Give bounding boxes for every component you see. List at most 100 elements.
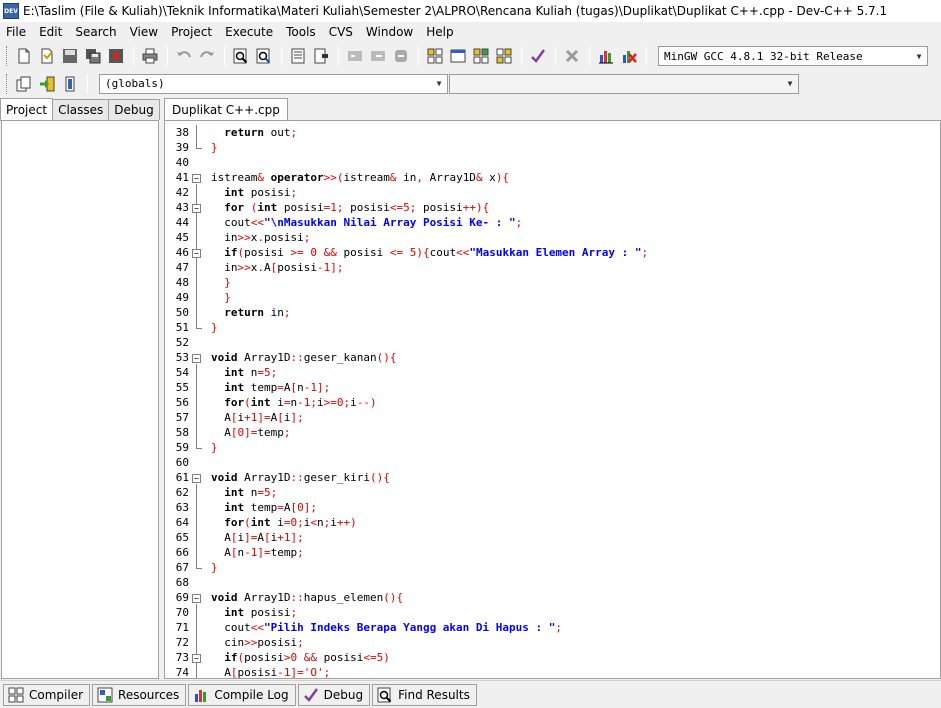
menu-edit[interactable]: Edit <box>33 25 69 39</box>
unindent-button[interactable] <box>367 45 389 67</box>
menu-search[interactable]: Search <box>69 25 123 39</box>
line-number: 60 <box>175 456 189 469</box>
line-number: 56 <box>175 396 189 409</box>
run-button[interactable] <box>447 45 469 67</box>
line-number: 70 <box>175 606 189 619</box>
compile-run-icon <box>473 48 489 64</box>
fold-toggle[interactable]: − <box>192 594 201 603</box>
line-number: 49 <box>175 291 189 304</box>
editor-tabs: Duplikat C++.cpp <box>164 98 941 121</box>
goto-definition-button[interactable] <box>59 73 81 95</box>
compile-run-button[interactable] <box>470 45 492 67</box>
line-number-gutter: 38 39 40 41 42 43 44 45 46 47 48 49 50 51 52 53 54 55 56 57… <box>165 125 211 679</box>
insert-icon <box>16 76 31 91</box>
fold-toggle[interactable]: − <box>192 204 201 213</box>
line-number: 61 <box>175 471 189 484</box>
code-line: A[posisi-1]='O'; <box>211 666 331 679</box>
clean-button[interactable] <box>561 45 583 67</box>
fold-guide <box>196 484 197 568</box>
undo-button[interactable] <box>173 45 195 67</box>
code-line: if(posisi >= 0 && posisi <= 5){cout<<"Ma… <box>224 246 649 259</box>
find-button[interactable] <box>230 45 252 67</box>
redo-button[interactable] <box>196 45 218 67</box>
code-area[interactable]: return out; } istream& operator>>(istrea… <box>211 125 940 679</box>
toolbar-grip[interactable] <box>6 73 9 94</box>
tab-debug[interactable]: Debug <box>108 99 160 120</box>
members-select[interactable]: ▼ <box>449 73 799 94</box>
delete-profile-button[interactable] <box>618 45 640 67</box>
line-number: 46 <box>175 246 189 259</box>
tab-find-results[interactable]: Find Results <box>372 683 477 706</box>
menu-file[interactable]: File <box>0 25 33 39</box>
save-button[interactable] <box>59 45 81 67</box>
code-line: int n=5; <box>224 366 278 379</box>
tab-compiler[interactable]: Compiler <box>3 683 91 706</box>
menu-execute[interactable]: Execute <box>219 25 280 39</box>
fold-end-marker <box>196 148 202 149</box>
new-file-button[interactable] <box>13 45 35 67</box>
fold-toggle[interactable]: − <box>192 354 201 363</box>
indent-button[interactable] <box>344 45 366 67</box>
chevron-down-icon[interactable]: ▼ <box>431 75 447 93</box>
menu-window[interactable]: Window <box>360 25 420 39</box>
toolbar-separator <box>281 46 282 66</box>
close-file-button[interactable] <box>105 45 127 67</box>
fold-end-marker <box>196 568 202 569</box>
tab-duplikat-cpp[interactable]: Duplikat C++.cpp <box>164 98 288 121</box>
devcpp-app-icon[interactable]: DEV <box>3 3 19 19</box>
fold-toggle[interactable]: − <box>192 474 201 483</box>
insert-button[interactable] <box>13 73 35 95</box>
fold-toggle[interactable]: − <box>192 249 201 258</box>
menu-tools[interactable]: Tools <box>280 25 323 39</box>
toolbar-separator <box>589 46 590 66</box>
globals-select[interactable]: (globals) ▼ <box>99 73 448 94</box>
definition-icon <box>65 76 75 91</box>
profile-button[interactable] <box>595 45 617 67</box>
replace-button[interactable] <box>253 45 275 67</box>
goto-line-button[interactable] <box>287 45 309 67</box>
chevron-down-icon[interactable]: ▼ <box>911 47 927 65</box>
tab-compile-log-label: Compile Log <box>214 687 289 702</box>
chevron-down-icon[interactable]: ▼ <box>782 75 798 93</box>
tab-classes[interactable]: Classes <box>52 99 110 120</box>
code-line: if(posisi>0 && posisi<=5) <box>224 651 390 664</box>
code-line: void Array1D::hapus_elemen(){ <box>211 591 404 604</box>
bookmark-button[interactable] <box>310 45 332 67</box>
line-number: 63 <box>175 501 189 514</box>
menu-cvs[interactable]: CVS <box>323 25 360 39</box>
goto-declaration-button[interactable] <box>36 73 58 95</box>
compiler-select[interactable]: MinGW GCC 4.8.1 32-bit Release ▼ <box>658 46 928 66</box>
main-toolbar: MinGW GCC 4.8.1 32-bit Release ▼ <box>0 42 941 70</box>
print-button[interactable] <box>139 45 161 67</box>
compile-button[interactable] <box>424 45 446 67</box>
menu-project[interactable]: Project <box>165 25 219 39</box>
save-all-button[interactable] <box>82 45 104 67</box>
code-line: void Array1D::geser_kiri(){ <box>211 471 390 484</box>
menu-view[interactable]: View <box>124 25 165 39</box>
menu-help[interactable]: Help <box>420 25 460 39</box>
rebuild-all-button[interactable] <box>493 45 515 67</box>
line-number: 66 <box>175 546 189 559</box>
code-line: int temp=A[0]; <box>224 501 317 514</box>
toggle-comment-button[interactable] <box>390 45 412 67</box>
tab-compile-log[interactable]: Compile Log <box>188 683 296 706</box>
project-browser-panel[interactable] <box>1 120 159 679</box>
line-number: 39 <box>175 141 189 154</box>
line-number: 72 <box>175 636 189 649</box>
code-line: } <box>211 561 218 574</box>
class-toolbar: (globals) ▼ ▼ <box>0 70 941 97</box>
line-number: 50 <box>175 306 189 319</box>
code-line: cin>>posisi; <box>211 636 304 649</box>
tab-resources[interactable]: Resources <box>92 683 187 706</box>
line-number: 74 <box>175 666 189 679</box>
indent-icon <box>348 51 362 61</box>
new-file-icon <box>18 48 30 64</box>
fold-toggle[interactable]: − <box>192 174 201 183</box>
tab-project[interactable]: Project <box>0 98 54 121</box>
open-file-button[interactable] <box>36 45 58 67</box>
toolbar-grip[interactable] <box>6 46 9 66</box>
tab-debug-output[interactable]: Debug <box>297 683 371 706</box>
syntax-check-button[interactable] <box>527 45 549 67</box>
code-editor[interactable]: 38 39 40 41 42 43 44 45 46 47 48 49 50 51 52 53 54 55 56 57… <box>164 120 941 679</box>
fold-toggle[interactable]: − <box>192 654 201 663</box>
